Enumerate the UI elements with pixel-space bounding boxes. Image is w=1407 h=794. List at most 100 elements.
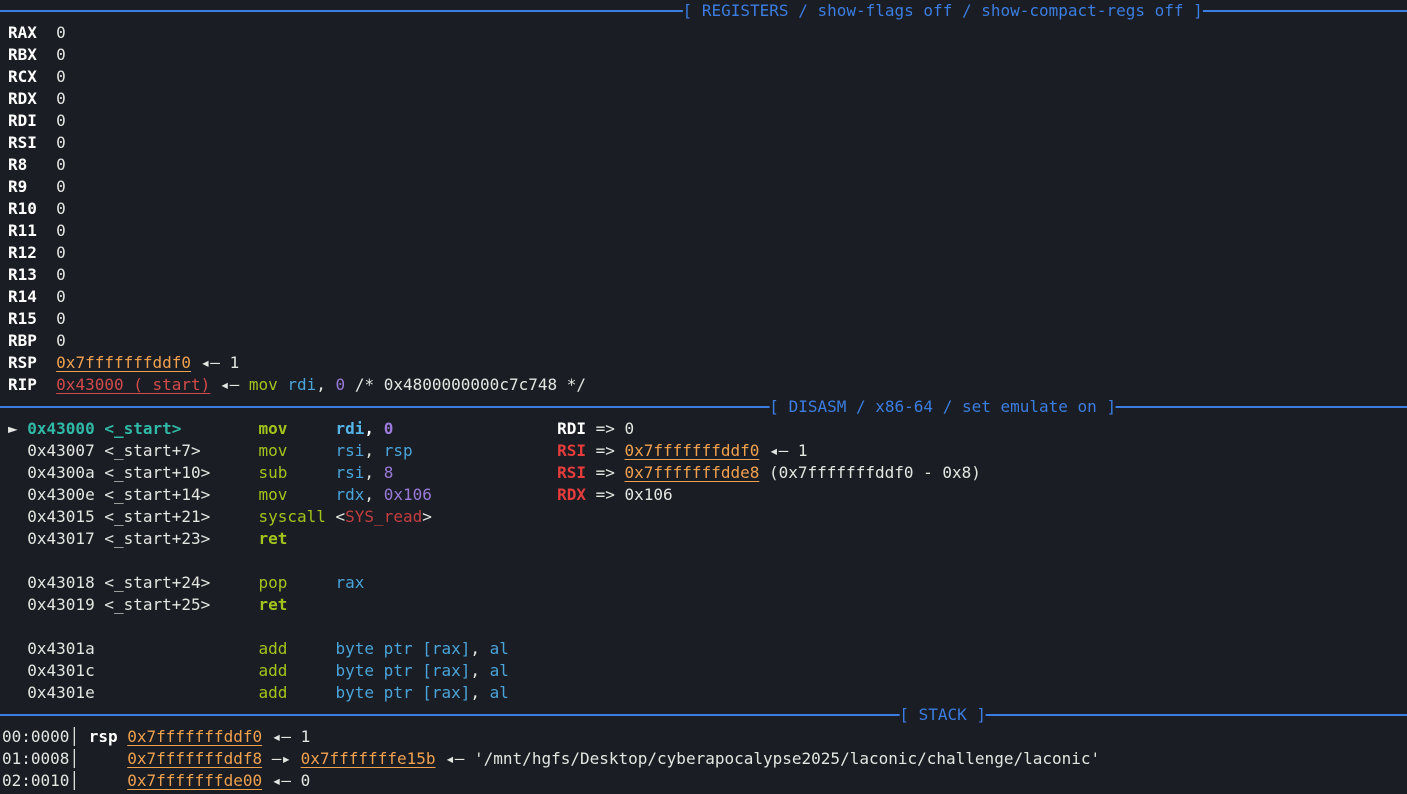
stack-banner-title: [ STACK ] bbox=[899, 704, 986, 726]
register-value: 0 bbox=[56, 177, 66, 196]
register-row: R14 0 bbox=[0, 286, 1407, 308]
register-name: RCX bbox=[8, 67, 56, 86]
stack-offset: 01:0008 bbox=[2, 749, 69, 768]
address-symbol: 0x43000 <_start> bbox=[27, 419, 258, 438]
register-row: R9 0 bbox=[0, 176, 1407, 198]
disasm-row: 0x4301a add byte ptr [rax], al bbox=[0, 638, 1407, 660]
register-value: 0 bbox=[56, 23, 66, 42]
operand-register: rdx bbox=[336, 485, 365, 504]
register-value: 0 bbox=[56, 155, 66, 174]
disasm-pane: ► 0x43000 <_start> mov rdi, 0RDI => 0 0x… bbox=[0, 418, 1407, 704]
disasm-row: 0x43017 <_start+23> ret bbox=[0, 528, 1407, 550]
register-row: RIP 0x43000 (_start) ◂— mov rdi, 0 /* 0x… bbox=[0, 374, 1407, 396]
immediate: 0 bbox=[336, 375, 346, 394]
registers-pane: RAX 0RBX 0RCX 0RDX 0RDI 0RSI 0R8 0R9 0R1… bbox=[0, 22, 1407, 396]
disasm-row: 0x43007 <_start+7> mov rsi, rspRSI => 0x… bbox=[0, 440, 1407, 462]
operand-register: al bbox=[490, 683, 509, 702]
dereference-value: ◂— 1 bbox=[262, 727, 310, 746]
register-value: 0 bbox=[56, 331, 66, 350]
disasm-row: 0x43015 <_start+21> syscall <SYS_read> bbox=[0, 506, 1407, 528]
register-name: RDI bbox=[8, 111, 56, 130]
address-symbol: 0x43019 <_start+25> bbox=[27, 595, 258, 614]
disasm-row: 0x4300a <_start+10> sub rsi, 8RSI => 0x7… bbox=[0, 462, 1407, 484]
operand-register: rax bbox=[336, 573, 365, 592]
debugger-terminal[interactable]: [ REGISTERS / show-flags off / show-comp… bbox=[0, 0, 1407, 794]
register-row: RSI 0 bbox=[0, 132, 1407, 154]
instruction-annotation: RDX => 0x106 bbox=[557, 484, 673, 506]
registers-banner-title: [ REGISTERS / show-flags off / show-comp… bbox=[683, 0, 1203, 22]
operand-register: rsp bbox=[384, 441, 413, 460]
memory-address: 0x7fffffffddf0 bbox=[127, 727, 262, 746]
register-name: RDX bbox=[8, 89, 56, 108]
register-value: 0 bbox=[56, 309, 66, 328]
register-value: 0 bbox=[56, 265, 66, 284]
register-row: RDX 0 bbox=[0, 88, 1407, 110]
memory-address: 0x7fffffffe15b bbox=[301, 749, 436, 768]
register-row: R10 0 bbox=[0, 198, 1407, 220]
instruction-annotation: RSI => 0x7fffffffddf0 ◂— 1 bbox=[557, 440, 807, 462]
mnemonic: mov bbox=[258, 485, 335, 504]
column-divider: │ bbox=[69, 727, 88, 746]
stack-banner: [ STACK ] bbox=[0, 704, 1407, 726]
register-name: R9 bbox=[8, 177, 56, 196]
mnemonic: mov bbox=[258, 441, 335, 460]
mnemonic: add bbox=[258, 683, 335, 702]
syscall-name: SYS_read bbox=[345, 507, 422, 526]
instruction-annotation: RDI => 0 bbox=[557, 418, 634, 440]
register-row: RBP 0 bbox=[0, 330, 1407, 352]
operand-register: rdi bbox=[287, 375, 316, 394]
immediate: 0x106 bbox=[384, 485, 432, 504]
stack-row: 02:0010│ 0x7fffffffde00 ◂— 0 bbox=[0, 770, 1407, 792]
address-symbol: 0x4300e <_start+14> bbox=[27, 485, 258, 504]
register-row: R13 0 bbox=[0, 264, 1407, 286]
mnemonic: pop bbox=[258, 573, 335, 592]
annotation-value: 0x106 bbox=[625, 485, 673, 504]
string-value: '/mnt/hgfs/Desktop/cyberapocalypse2025/l… bbox=[474, 749, 1100, 768]
address-symbol: 0x43007 <_start+7> bbox=[27, 441, 258, 460]
memory-address: 0x7fffffffddf0 bbox=[56, 353, 191, 372]
annotation-register: RDI bbox=[557, 419, 586, 438]
column-divider: │ bbox=[69, 749, 88, 768]
stack-offset: 02:0010 bbox=[2, 771, 69, 790]
banner-rule bbox=[0, 714, 1407, 716]
operand-register: rsi bbox=[336, 441, 365, 460]
register-name: R8 bbox=[8, 155, 56, 174]
disasm-row: 0x43018 <_start+24> pop rax bbox=[0, 572, 1407, 594]
register-name: R13 bbox=[8, 265, 56, 284]
operand-memory: byte ptr [rax] bbox=[336, 683, 471, 702]
annotation-register: RSI bbox=[557, 463, 586, 482]
stack-pane: 00:0000│ rsp 0x7fffffffddf0 ◂— 101:0008│… bbox=[0, 726, 1407, 792]
dereference-value: ◂— 1 bbox=[191, 353, 239, 372]
register-name: R14 bbox=[8, 287, 56, 306]
operand-memory: byte ptr [rax] bbox=[336, 639, 471, 658]
address-symbol: 0x4300a <_start+10> bbox=[27, 463, 258, 482]
register-value: 0 bbox=[56, 133, 66, 152]
registers-banner: [ REGISTERS / show-flags off / show-comp… bbox=[0, 0, 1407, 22]
mnemonic: ret bbox=[258, 529, 287, 548]
instruction-annotation: RSI => 0x7fffffffdde8 (0x7fffffffddf0 - … bbox=[557, 462, 981, 484]
instruction-bytes-comment: /* 0x4800000000c7c748 */ bbox=[345, 375, 586, 394]
pointer-arrow: —▸ bbox=[262, 749, 301, 768]
memory-address: 0x7fffffffdde8 bbox=[625, 463, 760, 482]
annotation-register: RSI bbox=[557, 441, 586, 460]
annotation-value: (0x7fffffffddf0 - 0x8) bbox=[759, 463, 981, 482]
register-row: RDI 0 bbox=[0, 110, 1407, 132]
address-symbol: 0x4301c bbox=[27, 661, 258, 680]
operand-memory: byte ptr [rax] bbox=[336, 661, 471, 680]
dereference-value: ◂— 1 bbox=[759, 441, 807, 460]
register-value: 0 bbox=[56, 243, 66, 262]
register-name: R15 bbox=[8, 309, 56, 328]
stack-row: 00:0000│ rsp 0x7fffffffddf0 ◂— 1 bbox=[0, 726, 1407, 748]
disasm-row bbox=[0, 616, 1407, 638]
address-symbol: 0x43017 <_start+23> bbox=[27, 529, 258, 548]
register-name: RSP bbox=[8, 353, 56, 372]
register-name: R10 bbox=[8, 199, 56, 218]
register-value: 0 bbox=[56, 199, 66, 218]
annotation-register: RDX bbox=[557, 485, 586, 504]
stack-row: 01:0008│ 0x7fffffffddf8 —▸ 0x7fffffffe15… bbox=[0, 748, 1407, 770]
register-name: RSI bbox=[8, 133, 56, 152]
mnemonic: mov bbox=[249, 375, 278, 394]
operand-register: rsi bbox=[336, 463, 365, 482]
register-row: RBX 0 bbox=[0, 44, 1407, 66]
annotation-value: 0 bbox=[625, 419, 635, 438]
